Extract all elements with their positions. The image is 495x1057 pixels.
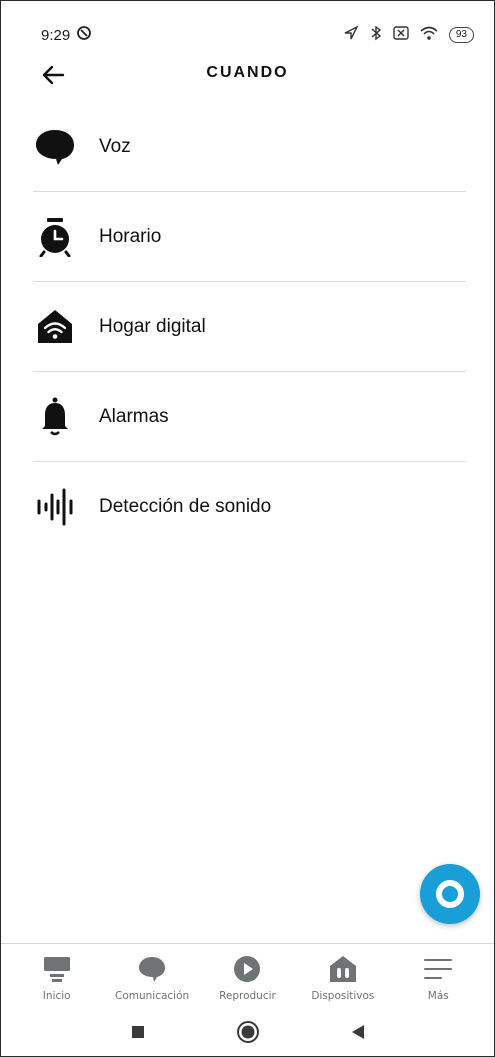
location-icon bbox=[343, 25, 359, 45]
system-back-button[interactable] bbox=[346, 1020, 370, 1044]
nav-label: Inicio bbox=[42, 990, 71, 1002]
list-item-label: Alarmas bbox=[99, 405, 169, 427]
recent-apps-button[interactable] bbox=[126, 1020, 150, 1044]
alexa-button[interactable] bbox=[420, 864, 480, 924]
sound-wave-icon bbox=[35, 487, 75, 527]
speech-bubble-icon bbox=[35, 127, 75, 167]
nav-mas[interactable]: Más bbox=[391, 944, 486, 1011]
bluetooth-icon bbox=[369, 25, 383, 45]
header: CUANDO bbox=[1, 59, 494, 91]
devices-icon bbox=[327, 954, 359, 984]
nav-label: Dispositivos bbox=[311, 990, 375, 1002]
status-right: 93 bbox=[343, 25, 474, 45]
list-item-deteccion-sonido[interactable]: Detección de sonido bbox=[33, 462, 466, 552]
status-time: 9:29 bbox=[41, 26, 71, 44]
list-item-hogar-digital[interactable]: Hogar digital bbox=[33, 282, 466, 372]
status-left: 9:29 bbox=[41, 25, 92, 45]
alarm-status-icon bbox=[76, 25, 92, 45]
smart-home-icon bbox=[35, 307, 75, 347]
home-icon bbox=[41, 954, 73, 984]
list-item-label: Hogar digital bbox=[99, 315, 206, 337]
square-icon bbox=[131, 1026, 144, 1038]
app-frame: 9:29 93 CUANDO Voz Horario Hogar digital… bbox=[0, 0, 495, 1057]
list-item-voz[interactable]: Voz bbox=[33, 102, 466, 192]
wifi-icon bbox=[419, 25, 439, 45]
alarm-clock-icon bbox=[35, 217, 75, 257]
nav-label: Comunicación bbox=[114, 990, 190, 1002]
play-icon bbox=[231, 954, 263, 984]
triangle-back-icon bbox=[351, 1025, 364, 1039]
sim-off-icon bbox=[393, 26, 409, 44]
nav-dispositivos[interactable]: Dispositivos bbox=[295, 944, 390, 1011]
nav-inicio[interactable]: Inicio bbox=[9, 944, 104, 1011]
alexa-icon bbox=[436, 880, 464, 908]
list-item-horario[interactable]: Horario bbox=[33, 192, 466, 282]
nav-reproducir[interactable]: Reproducir bbox=[200, 944, 295, 1011]
chat-icon bbox=[136, 954, 168, 984]
home-system-button[interactable] bbox=[236, 1020, 260, 1044]
circle-icon bbox=[236, 1021, 259, 1043]
system-nav-bar bbox=[1, 1017, 494, 1047]
trigger-list: Voz Horario Hogar digital Alarmas Detecc… bbox=[33, 102, 466, 552]
list-item-label: Detección de sonido bbox=[99, 496, 272, 517]
list-item-label: Voz bbox=[99, 135, 131, 157]
list-item-label: Horario bbox=[99, 225, 162, 247]
page-title: CUANDO bbox=[206, 64, 289, 81]
list-item-alarmas[interactable]: Alarmas bbox=[33, 372, 466, 462]
battery-indicator: 93 bbox=[448, 27, 474, 43]
bell-icon bbox=[35, 397, 75, 437]
bottom-nav: Inicio Comunicación Reproducir Dispositi… bbox=[1, 943, 494, 1011]
nav-label: Reproducir bbox=[219, 990, 276, 1002]
nav-label: Más bbox=[427, 990, 449, 1002]
status-bar: 9:29 93 bbox=[41, 23, 474, 47]
menu-icon bbox=[422, 954, 454, 984]
nav-comunicacion[interactable]: Comunicación bbox=[105, 944, 200, 1011]
